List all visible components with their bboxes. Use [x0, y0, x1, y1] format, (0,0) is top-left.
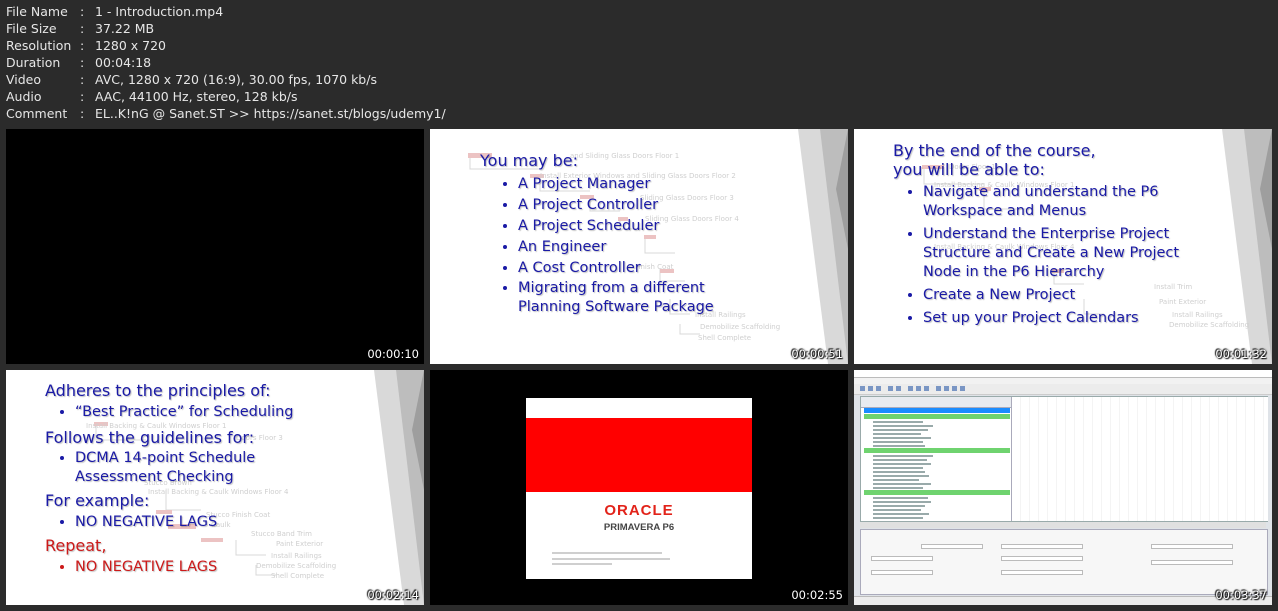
slide-bullet: A Project Scheduler — [518, 216, 718, 237]
timestamp: 00:03:37 — [1215, 588, 1267, 602]
meta-row: Audio: AAC, 44100 Hz, stereo, 128 kb/s — [6, 89, 298, 104]
meta-row: Duration:00:04:18 — [6, 55, 152, 70]
meta-key: File Size — [6, 21, 57, 36]
splash-fine-print — [552, 552, 670, 565]
slide-bullet: A Cost Controller — [518, 258, 718, 279]
oracle-logo: ORACLE — [604, 502, 674, 519]
meta-row: Video: AVC, 1280 x 720 (16:9), 30.00 fps,… — [6, 72, 377, 87]
thumbnail-5[interactable]: ORACLE PRIMAVERA P6 00:02:55 — [430, 370, 848, 605]
meta-value: 1280 x 720 — [95, 38, 167, 53]
product-name: PRIMAVERA P6 — [603, 522, 675, 533]
meta-row: File Name:1 - Introduction.mp4 — [6, 4, 224, 19]
slide-bullet: NO NEGATIVE LAGS — [75, 557, 345, 578]
slide-bullet: “Best Practice” for Scheduling — [75, 402, 345, 423]
slide-content: You may be: A Project Manager A Project … — [480, 151, 718, 321]
gantt-area — [1011, 397, 1268, 521]
detail-field[interactable] — [871, 570, 933, 575]
detail-tabs[interactable] — [860, 522, 1266, 528]
svg-text:Demobilize Scaffolding: Demobilize Scaffolding — [700, 323, 780, 331]
detail-field[interactable] — [1001, 570, 1083, 575]
detail-field[interactable] — [1151, 560, 1233, 565]
project-rows — [864, 408, 1010, 519]
slide-bullet: NO NEGATIVE LAGS — [75, 512, 345, 533]
app-title-bar — [854, 370, 1272, 378]
slide-bullet: A Project Controller — [518, 195, 718, 216]
file-metadata: File Name:1 - Introduction.mp4 File Size… — [6, 3, 446, 122]
slide-heading: Repeat, — [45, 536, 107, 555]
slide-bullet: Navigate and understand the P6 Workspace… — [923, 183, 1193, 221]
detail-field[interactable] — [871, 556, 933, 561]
slide-bullet: A Project Manager — [518, 174, 718, 195]
splash-banner — [526, 418, 752, 492]
slide-content: Adheres to the principles of: “Best Prac… — [45, 381, 345, 578]
detail-panel — [860, 529, 1268, 595]
meta-value: 1 - Introduction.mp4 — [95, 4, 224, 19]
timestamp: 00:00:51 — [791, 347, 843, 361]
thumbnail-6[interactable]: 00:03:37 — [854, 370, 1272, 605]
slide-heading: For example: — [45, 491, 150, 510]
detail-field[interactable] — [1001, 544, 1083, 549]
meta-row: Comment: EL..K!nG @ Sanet.ST >> https://s… — [6, 106, 446, 121]
thumbnail-1[interactable]: 00:00:10 — [6, 129, 424, 364]
timestamp: 00:01:32 — [1215, 347, 1267, 361]
projects-panel — [860, 396, 1268, 522]
meta-row: File Size:37.22 MB — [6, 21, 155, 36]
slide-heading: By the end of the course, — [893, 141, 1096, 160]
slide-bullet: Migrating from a different Planning Soft… — [518, 279, 718, 317]
meta-value: 00:04:18 — [95, 55, 152, 70]
thumbnail-3[interactable]: Doors Floor 1 Install Backing & Caulk Win… — [854, 129, 1272, 364]
meta-key: Resolution — [6, 38, 72, 53]
thumbnail-2[interactable]: and Sliding Glass Doors Floor 1 Install … — [430, 129, 848, 364]
slide-bullet: Create a New Project — [923, 286, 1193, 305]
slide-bullet: An Engineer — [518, 237, 718, 258]
slide-heading: you will be able to: — [893, 160, 1045, 179]
detail-field[interactable] — [921, 544, 983, 549]
meta-value: EL..K!nG @ Sanet.ST >> https://sanet.st/… — [95, 106, 446, 121]
slide-bullet: DCMA 14-point Schedule Assessment Checki… — [75, 449, 345, 487]
meta-key: Video — [6, 72, 42, 87]
oracle-splash: ORACLE PRIMAVERA P6 — [526, 398, 752, 579]
slide-bullet: Understand the Enterprise Project Struct… — [923, 225, 1193, 282]
slide-content: By the end of the course, you will be ab… — [893, 141, 1193, 332]
meta-value: 37.22 MB — [95, 21, 155, 36]
svg-text:Shell Complete: Shell Complete — [698, 334, 751, 342]
slide-heading: Follows the guidelines for: — [45, 428, 255, 447]
timestamp: 00:02:14 — [367, 588, 419, 602]
meta-value: AVC, 1280 x 720 (16:9), 30.00 fps, 1070 … — [95, 72, 377, 87]
timestamp: 00:00:10 — [367, 347, 419, 361]
slide-bullet: Set up your Project Calendars — [923, 309, 1193, 328]
meta-key: Audio — [6, 89, 42, 104]
meta-value: AAC, 44100 Hz, stereo, 128 kb/s — [95, 89, 298, 104]
meta-key: Comment — [6, 106, 68, 121]
slide-heading: You may be: — [480, 151, 578, 170]
meta-key: File Name — [6, 4, 68, 19]
toolbar-icons — [860, 386, 965, 391]
timestamp: 00:02:55 — [791, 588, 843, 602]
slide-heading: Adheres to the principles of: — [45, 381, 271, 400]
status-bar — [854, 596, 1272, 605]
meta-row: Resolution:1280 x 720 — [6, 38, 167, 53]
detail-field[interactable] — [1001, 556, 1083, 561]
thumbnail-4[interactable]: Install Backing & Caulk Windows Floor 1 … — [6, 370, 424, 605]
meta-key: Duration — [6, 55, 61, 70]
detail-field[interactable] — [1151, 544, 1233, 549]
